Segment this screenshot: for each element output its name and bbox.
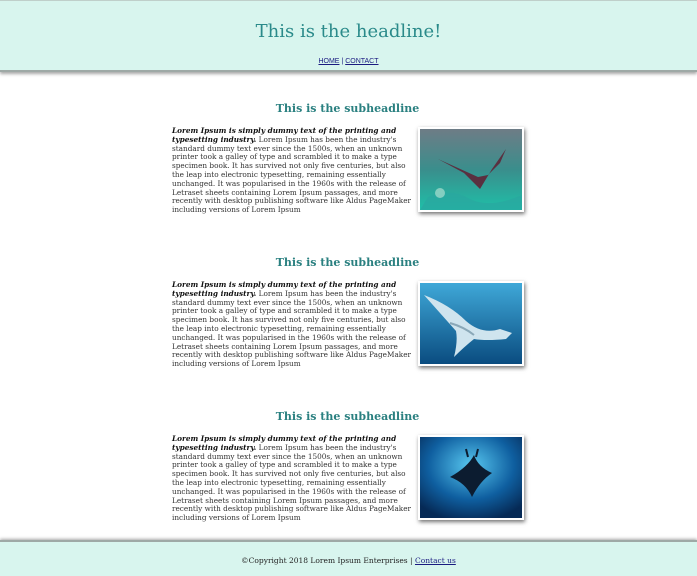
main-nav: HOME | CONTACT [0,58,697,65]
article-subheadline: This is the subheadline [275,256,420,269]
manta-ray-reef-photo [418,127,524,212]
article-text: Lorem Ipsum is simply dummy text of the … [172,126,416,215]
page-headline: This is the headline! [255,21,442,42]
article-body: Lorem Ipsum has been the industry's stan… [172,134,412,215]
nav-separator: | [341,58,344,65]
nav-home-link[interactable]: HOME [318,58,339,65]
article-text: Lorem Ipsum is simply dummy text of the … [172,434,416,523]
footer-copyright: ©Copyright 2018 Lorem Ipsum Enterprises … [0,556,697,565]
article-body: Lorem Ipsum has been the industry's stan… [172,288,412,369]
footer-separator: | [410,556,413,565]
article-body: Lorem Ipsum has been the industry's stan… [172,442,412,523]
article-subheadline: This is the subheadline [275,410,420,423]
manta-ray-from-below-photo [418,435,524,520]
page-footer: ©Copyright 2018 Lorem Ipsum Enterprises … [0,540,697,576]
article-text: Lorem Ipsum is simply dummy text of the … [172,280,416,369]
copyright-text: ©Copyright 2018 Lorem Ipsum Enterprises [241,556,408,565]
page-header: This is the headline! HOME | CONTACT [0,0,697,72]
article-subheadline: This is the subheadline [275,102,420,115]
nav-contact-link[interactable]: CONTACT [345,58,378,65]
manta-ray-blue-water-photo [418,281,524,366]
contact-us-link[interactable]: Contact us [415,556,456,565]
